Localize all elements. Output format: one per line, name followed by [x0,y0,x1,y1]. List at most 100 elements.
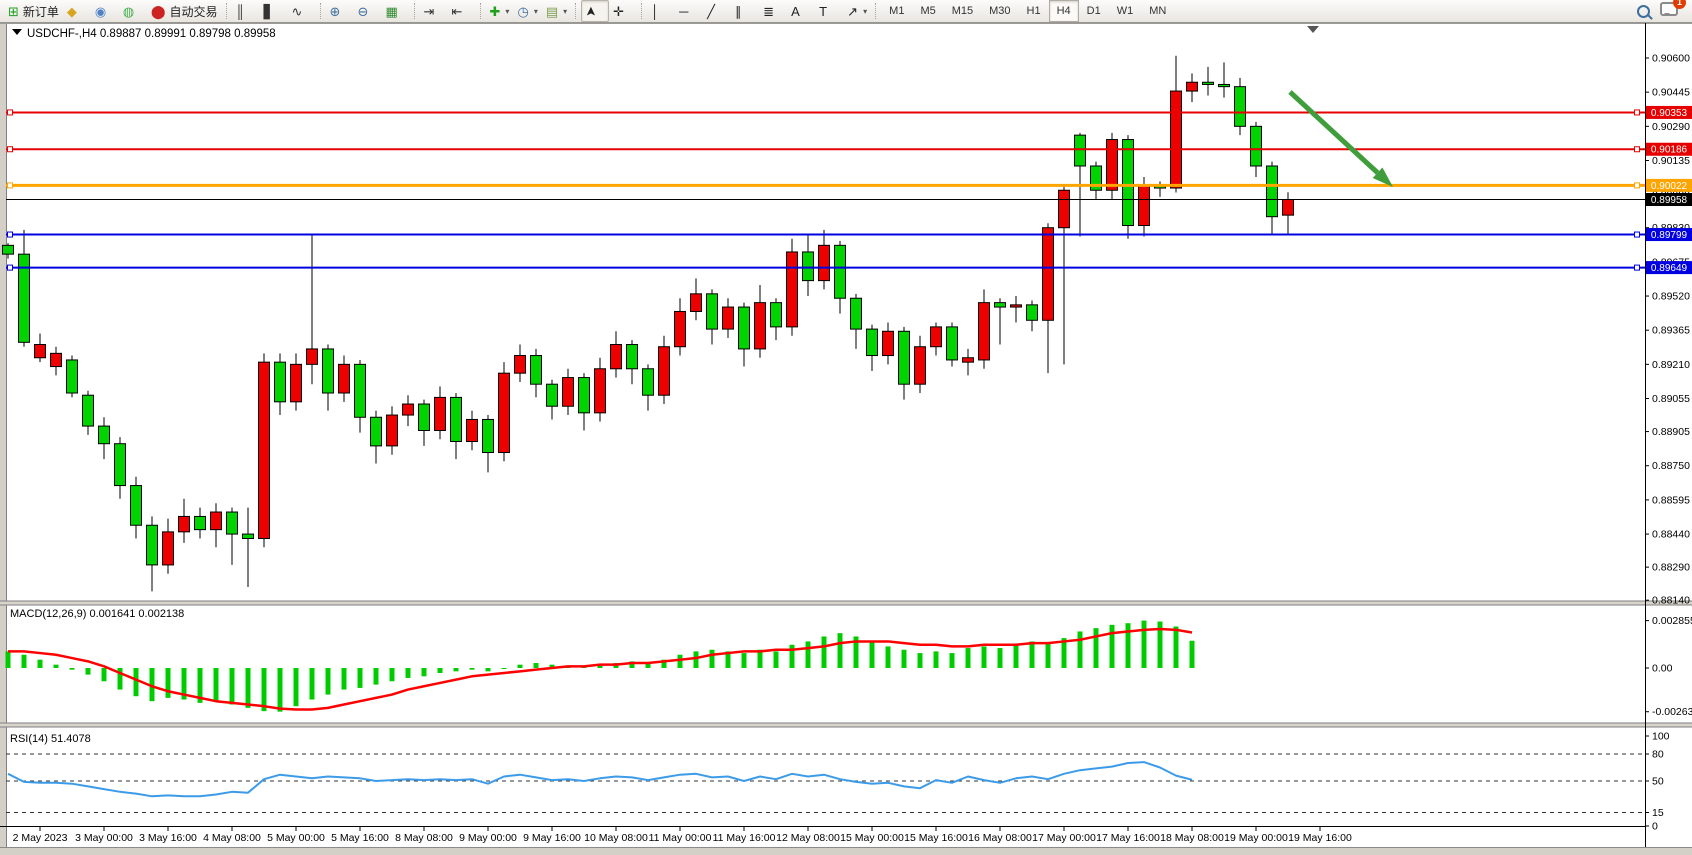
templates-button[interactable]: ▤▾ [542,0,571,22]
timeframe-h1-button[interactable]: H1 [1019,0,1049,22]
equidistant-channel-button[interactable]: ∥ [731,0,759,22]
line-chart-button[interactable]: ∿ [288,0,316,22]
zoom-in-icon: ⊕ [330,5,341,18]
search-icon[interactable] [1637,5,1650,18]
text-button[interactable]: A [787,0,815,22]
svg-text:17 May 00:00: 17 May 00:00 [1032,832,1096,844]
notifications-button[interactable]: 1 [1660,2,1678,21]
svg-text:0.89055: 0.89055 [1652,393,1690,405]
svg-text:0.88140: 0.88140 [1652,595,1690,607]
svg-text:0: 0 [1652,821,1658,833]
svg-text:8 May 08:00: 8 May 08:00 [395,832,453,844]
equidistant-channel-icon: ∥ [735,5,742,18]
arrows-button[interactable]: ↗▾ [843,0,871,22]
indicators-button[interactable]: ✚▾ [486,0,514,22]
svg-text:19 May 16:00: 19 May 16:00 [1288,832,1352,844]
rsi-label: RSI(14) 51.4078 [10,733,91,745]
svg-text:0.88905: 0.88905 [1652,426,1690,438]
price-tag: 0.89799 [1646,228,1692,241]
main-toolbar: ⊞新订单◆◉◍⬤自动交易║▋∿⊕⊖▦⇥⇤✚▾◷▾▤▾➤✛│─╱∥≣AT↗▾M1M… [0,0,1692,23]
svg-text:18 May 08:00: 18 May 08:00 [1160,832,1224,844]
crosshair-button[interactable]: ✛ [609,0,637,22]
svg-text:0.88750: 0.88750 [1652,460,1690,472]
price-tag: 0.90022 [1646,179,1692,192]
svg-text:0.90186: 0.90186 [1651,145,1688,156]
metaeditor-button[interactable]: ◆ [63,0,91,22]
svg-text:16 May 08:00: 16 May 08:00 [968,832,1032,844]
chevron-down-icon: ▾ [534,7,538,16]
signals-icon: ◍ [123,5,134,18]
svg-text:-0.002634: -0.002634 [1652,706,1692,718]
horizontal-line-button[interactable]: ─ [675,0,703,22]
svg-text:0.90135: 0.90135 [1652,155,1690,167]
timeframe-w1-button[interactable]: W1 [1109,0,1142,22]
tile-windows-button[interactable]: ▦ [382,0,410,22]
svg-text:0.89958: 0.89958 [1651,195,1688,206]
toolbar-separator [480,3,482,19]
toolbar-right-group: 1 [1637,2,1688,21]
cursor-icon: ➤ [584,6,597,17]
vertical-line-icon: │ [651,5,659,18]
svg-text:4 May 08:00: 4 May 08:00 [203,832,261,844]
svg-text:0.88440: 0.88440 [1652,529,1690,541]
text-label-button[interactable]: T [815,0,843,22]
svg-text:9 May 16:00: 9 May 16:00 [523,832,581,844]
timeframe-mn-button[interactable]: MN [1141,0,1174,22]
timeframe-d1-button[interactable]: D1 [1079,0,1109,22]
svg-text:0.002855: 0.002855 [1652,615,1692,627]
vertical-line-button[interactable]: │ [647,0,675,22]
trendline-icon: ╱ [707,5,715,18]
svg-text:9 May 00:00: 9 May 00:00 [459,832,517,844]
tile-windows-icon: ▦ [386,5,398,18]
timeframe-m1-button[interactable]: M1 [881,0,912,22]
fibonacci-icon: ≣ [763,5,774,18]
auto-trading-button[interactable]: ⬤自动交易 [147,0,222,22]
svg-text:80: 80 [1652,749,1664,761]
periods-button[interactable]: ◷▾ [514,0,542,22]
svg-text:0.88595: 0.88595 [1652,494,1690,506]
new-order-button[interactable]: ⊞新订单 [4,0,63,22]
svg-text:0.90445: 0.90445 [1652,87,1690,99]
svg-text:5 May 00:00: 5 May 00:00 [267,832,325,844]
svg-text:11 May 00:00: 11 May 00:00 [649,832,712,844]
svg-text:12 May 08:00: 12 May 08:00 [776,832,840,844]
bar-chart-icon: ║ [236,5,245,18]
timeframe-m5-button[interactable]: M5 [912,0,943,22]
horizontal-line-icon: ─ [679,5,688,18]
notification-badge: 1 [1673,0,1686,9]
timeframe-h4-button[interactable]: H4 [1049,0,1079,22]
signals-button[interactable]: ◍ [119,0,147,22]
community-icon: ◉ [95,5,106,18]
auto-scroll-button[interactable]: ⇥ [420,0,448,22]
chart-shift-button[interactable]: ⇤ [448,0,476,22]
svg-text:0.90600: 0.90600 [1652,53,1690,65]
zoom-in-button[interactable]: ⊕ [326,0,354,22]
chart-shift-icon: ⇤ [452,5,463,18]
price-tag: 0.90353 [1646,106,1692,119]
chart-window[interactable]: 0.906000.904450.902900.901350.899800.898… [0,23,1692,855]
timeframe-m15-button[interactable]: M15 [944,0,981,22]
templates-icon: ▤ [546,5,558,18]
candlestick-chart-button[interactable]: ▋ [260,0,288,22]
toolbar-separator [875,3,877,19]
pane-divider-rsi[interactable] [0,723,1692,728]
svg-text:17 May 16:00: 17 May 16:00 [1096,832,1160,844]
zoom-out-button[interactable]: ⊖ [354,0,382,22]
periods-icon: ◷ [518,5,529,18]
trendline-button[interactable]: ╱ [703,0,731,22]
svg-text:15 May 00:00: 15 May 00:00 [840,832,904,844]
svg-text:0.90290: 0.90290 [1652,121,1690,133]
toolbar-separator [414,3,416,19]
auto-scroll-icon: ⇥ [424,5,435,18]
community-button[interactable]: ◉ [91,0,119,22]
cursor-button[interactable]: ➤ [581,0,609,22]
bar-chart-button[interactable]: ║ [232,0,260,22]
timeframe-m30-button[interactable]: M30 [981,0,1018,22]
svg-text:0.89210: 0.89210 [1652,359,1690,371]
new-order-button-label: 新订单 [23,3,59,20]
zoom-out-icon: ⊖ [358,5,369,18]
svg-text:0.90353: 0.90353 [1651,108,1688,119]
indicators-icon: ✚ [490,5,501,18]
fibonacci-button[interactable]: ≣ [759,0,787,22]
pane-divider-macd[interactable] [0,601,1692,606]
